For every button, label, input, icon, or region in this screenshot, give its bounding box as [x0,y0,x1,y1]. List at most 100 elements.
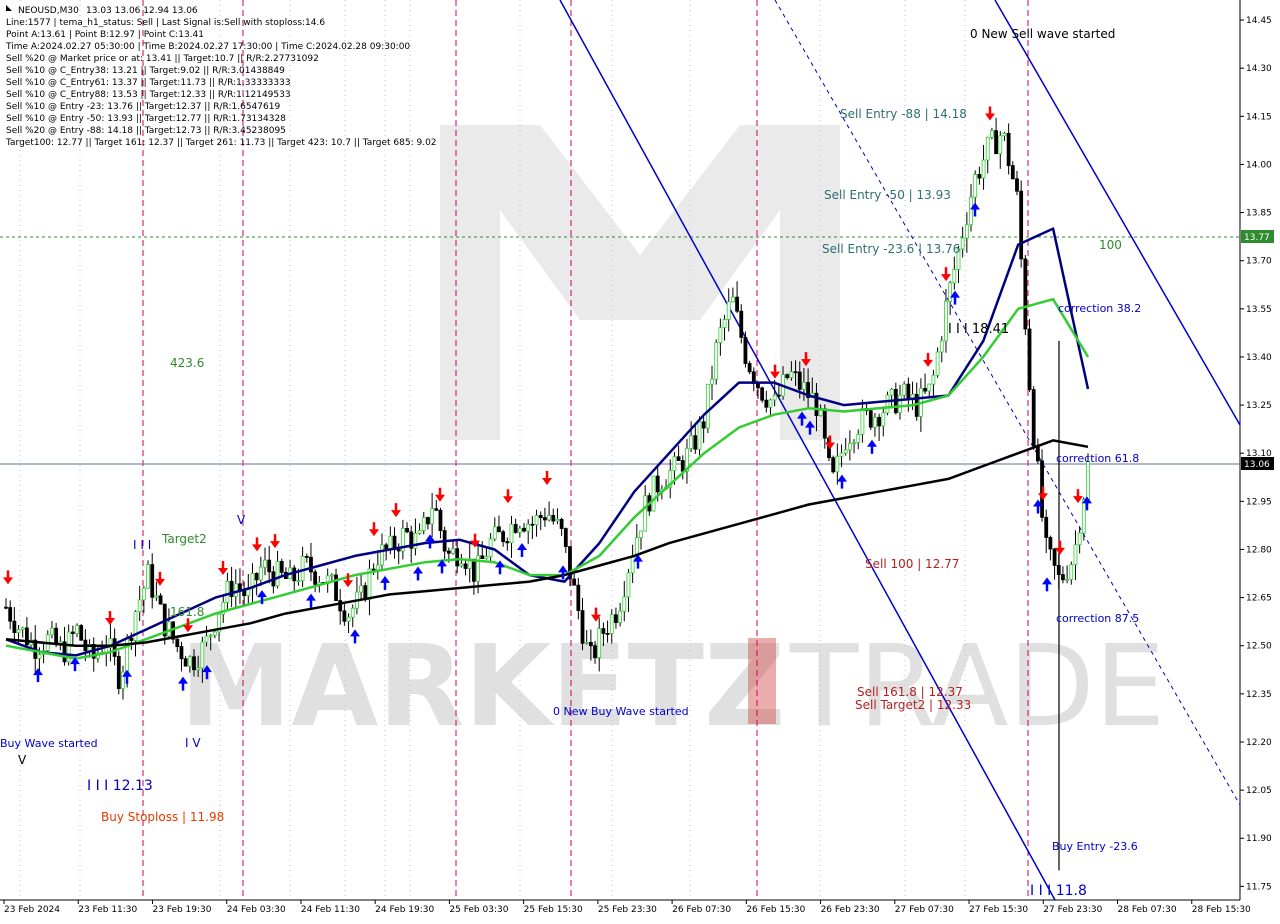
current-price-text: 13.06 [1244,460,1270,470]
candle-body [517,527,522,533]
candle-body [434,508,439,511]
candle-body [735,296,739,312]
candle-body [1061,574,1065,581]
candle-body [279,561,284,573]
candle-body [522,527,526,532]
candle-body [885,394,890,414]
watermark-brand-right: TRADE [789,622,1165,752]
candle-body [722,319,727,329]
candle-body [141,587,146,601]
header-ohlc: 13.03 13.06 12.94 13.06 [86,6,198,16]
candle-body [618,610,623,623]
candle-body [998,135,1003,155]
candle-body [526,523,531,532]
candle-body [20,627,25,630]
trading-chart[interactable]: MARKETZ TRADE NEOUSD,M30 13.03 13.06 12.… [0,0,1280,920]
candle-body [497,526,501,533]
candle-body [973,174,978,198]
candle-body [154,595,159,598]
candle-body [388,535,393,550]
candle-body [655,475,660,493]
candle-body [1031,389,1036,446]
candle-body [952,269,957,284]
candle-body [789,371,794,378]
candle-body [342,610,347,622]
time-tick-label: 26 Feb 23:30 [821,905,880,915]
candle-body [701,421,706,429]
candle-body [622,596,627,612]
candle-body [793,371,798,374]
candle-body [563,528,568,547]
candle-body [743,336,748,364]
candle-body [873,416,877,428]
candle-body [593,645,597,658]
candle-body [492,526,497,540]
price-tick-label: 12.95 [1246,497,1272,507]
info-line: Sell %20 @ Market price or at: 13.41 || … [6,54,319,64]
candle-body [1052,548,1057,566]
candle-body [747,363,752,373]
candle-body [923,388,927,392]
candle-body [672,456,677,472]
time-tick-label: 24 Feb 19:30 [375,905,434,915]
price-tick-label: 12.65 [1246,594,1272,604]
candle-body [405,527,409,533]
fib-100-label: 100 [1099,238,1122,252]
candle-body [459,563,464,567]
candle-body [609,614,614,634]
price-tick-label: 12.20 [1246,738,1272,748]
info-line: Time A:2024.02.27 05:30:00 | Time B:2024… [5,42,410,52]
candle-body [939,340,944,353]
candle-body [756,383,760,389]
price-tick-label: 12.50 [1246,642,1272,652]
candle-body [455,548,460,567]
info-line: Sell %10 @ C_Entry88: 13.53 || Target:12… [6,90,291,100]
candle-body [300,556,305,581]
candle-body [689,435,694,449]
candle-body [421,517,426,531]
time-tick-label: 24 Feb 11:30 [301,905,360,915]
candle-body [860,408,865,435]
candle-body [16,629,21,633]
time-tick-label: 23 Feb 11:30 [78,905,137,915]
time-tick-label: 25 Feb 23:30 [598,905,657,915]
candle-body [977,174,982,179]
wave-v-label: V [18,753,27,767]
candle-body [313,571,318,585]
price-tick-label: 14.15 [1246,112,1272,122]
candle-body [129,637,134,641]
candle-body [451,548,455,554]
buy-stoploss-label: Buy Stoploss | 11.98 [101,810,224,824]
candle-body [75,625,79,634]
price-tick-label: 14.30 [1246,64,1272,74]
candle-body [835,455,840,473]
info-line: Sell %10 @ C_Entry61: 13.37 || Target:11… [6,78,291,88]
candle-body [822,408,827,439]
candle-body [187,656,192,667]
new-sell-wave-label: 0 New Sell wave started [970,27,1115,41]
candle-body [254,573,259,581]
candle-body [471,558,476,582]
sell-entry-50-label: Sell Entry -50 | 13.93 [824,188,951,202]
candle-body [4,606,8,609]
candle-body [329,574,334,577]
time-tick-label: 26 Feb 15:30 [746,905,805,915]
info-line: Sell %10 @ Entry -50: 13.93 || Target:12… [6,114,286,124]
info-line: Line:1577 | tema_h1_status: Sell | Last … [6,18,325,28]
candle-body [192,656,196,671]
wave-iii-1841-label: I I I 18.41 [948,322,1009,337]
candle-body [438,509,443,532]
sell-target2-label: Sell Target2 | 12.33 [855,698,971,712]
buy-wave-started-label: Buy Wave started [0,737,98,750]
candle-body [847,442,852,451]
candle-body [551,515,556,522]
time-tick-label: 27 Feb 23:30 [1043,905,1102,915]
target2-label: Target2 [161,532,207,546]
candle-body [927,383,932,392]
candle-body [843,449,848,454]
candle-body [614,614,618,623]
candle-body [375,564,380,571]
candle-body [726,301,731,320]
candle-body [534,515,539,526]
candle-body [175,638,180,647]
